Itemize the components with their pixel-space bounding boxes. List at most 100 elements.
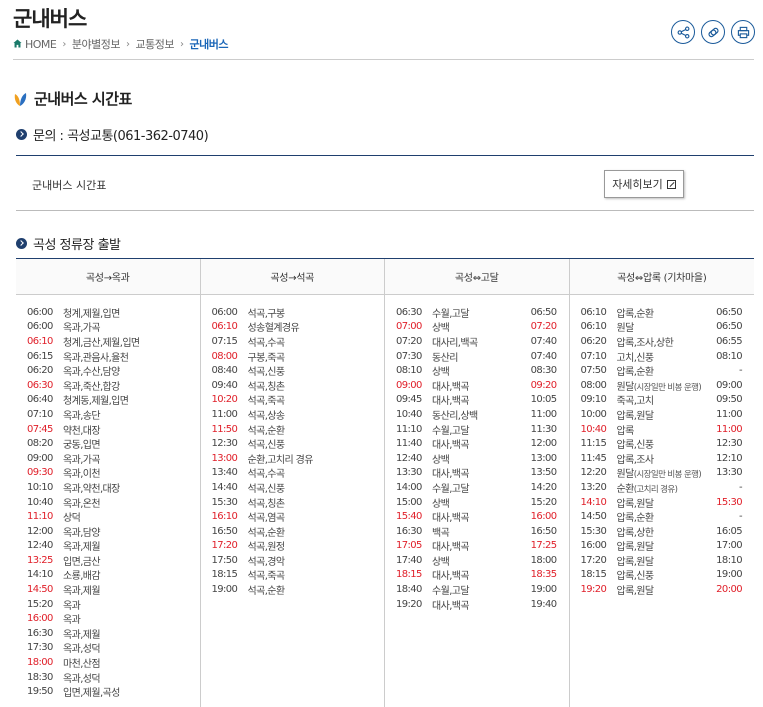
- departure-title: 곡성 정류장 출발: [33, 238, 121, 253]
- timetable-row: 11:10 수월,고달 11:30: [385, 422, 569, 437]
- route-destination: 대사리,백곡: [432, 337, 478, 349]
- route-destination: 석곡,순환: [247, 425, 286, 437]
- timetable-row: 06:30 수월,고달 06:50: [385, 305, 569, 320]
- timetable-row: 17:20 압록,원달 18:10: [570, 553, 755, 568]
- timetable-row: 06:10 압록,순환 06:50: [570, 305, 755, 320]
- departure-time: 09:45: [396, 394, 422, 406]
- route-destination: 석곡,신풍: [247, 367, 286, 379]
- departure-time: 07:15: [211, 335, 238, 347]
- return-time: 18:00: [530, 554, 557, 566]
- return-time: 19:00: [530, 584, 557, 596]
- route-destination: 석곡,상송: [247, 410, 286, 422]
- route-destination: 대사,백곡: [432, 396, 470, 408]
- route-destination: 압록,조사: [616, 454, 655, 466]
- return-time: 08:10: [716, 350, 742, 362]
- return-time: 15:30: [716, 496, 742, 508]
- return-time: 09:00: [716, 379, 742, 391]
- departure-time: 18:15: [396, 569, 422, 581]
- chevron-circle-icon: [16, 129, 27, 140]
- departure-heading: 곡성 정류장 출발: [16, 234, 121, 253]
- timetable-info-box: 군내버스 시간표 자세히보기: [16, 155, 754, 211]
- timetable-row: 08:20 궁동,입면: [16, 436, 200, 451]
- link-icon[interactable]: [701, 20, 725, 44]
- return-time: 07:40: [530, 350, 557, 362]
- route-destination: 동산리: [432, 352, 458, 364]
- timetable-row: 12:20 원달(시장일만 비봉 운행) 13:30: [570, 466, 755, 480]
- timetable-row: 16:30 백곡 16:50: [385, 524, 569, 539]
- route-destination: 상백: [432, 323, 450, 335]
- timetable-row: 09:30 옥과,이천: [16, 466, 200, 480]
- breadcrumb-home[interactable]: HOME: [25, 38, 57, 51]
- route-destination: 석곡,원정: [247, 542, 286, 554]
- route-destination: 동산리,상백: [432, 410, 478, 422]
- departure-time: 06:10: [580, 321, 607, 333]
- print-icon[interactable]: [731, 20, 755, 44]
- column-header: 곡성→옥과: [16, 259, 200, 295]
- departure-time: 09:40: [211, 379, 238, 391]
- route-destination: 석곡,경악: [247, 556, 286, 568]
- timetable-row: 08:40 석곡,신풍: [201, 363, 385, 378]
- timetable-row: 07:00 상백 07:20: [385, 320, 569, 335]
- route-destination: 압록,원달: [616, 556, 655, 568]
- departure-time: 06:20: [580, 335, 607, 347]
- departure-time: 15:30: [580, 525, 607, 537]
- breadcrumb-field-info[interactable]: 분야별정보: [72, 36, 121, 52]
- departure-time: 12:20: [580, 467, 607, 479]
- return-time: -: [738, 511, 743, 523]
- timetable-row: 19:50 입면,제월,곡성: [16, 684, 200, 699]
- route-destination: 죽곡,고치: [616, 396, 655, 408]
- route-destination: 약천,대장: [63, 425, 101, 437]
- column-header: 곡성⇔압록 (기차마을): [569, 259, 754, 295]
- breadcrumb-traffic-info[interactable]: 교통정보: [135, 36, 174, 52]
- return-time: 11:00: [530, 408, 557, 420]
- departure-time: 06:40: [27, 394, 53, 406]
- timetable-row: 14:10 소룡,배감: [16, 568, 200, 582]
- home-icon[interactable]: [13, 38, 22, 48]
- return-time: 09:20: [530, 379, 557, 391]
- timetable-row: 09:10 죽곡,고치 09:50: [570, 393, 755, 408]
- departure-time: 07:10: [580, 350, 607, 362]
- route-destination: 입면,금산: [63, 556, 101, 568]
- header-divider: [13, 59, 754, 60]
- utility-icons: [671, 20, 755, 44]
- departure-time: 10:40: [27, 496, 53, 508]
- return-time: 16:00: [530, 511, 557, 523]
- return-time: 18:35: [530, 569, 557, 581]
- timetable-row: 16:00 옥과: [16, 611, 200, 626]
- route-destination: 석곡,칭촌: [247, 381, 286, 393]
- section-title: 군내버스 시간표: [13, 88, 132, 109]
- timetable-row: 11:15 압록,신풍 12:30: [570, 436, 755, 451]
- route-destination: 옥과,성덕: [63, 673, 101, 685]
- leaf-logo-icon: [13, 91, 28, 107]
- share-icon[interactable]: [671, 20, 695, 44]
- departure-time: 06:00: [27, 306, 53, 318]
- departure-time: 16:10: [211, 511, 238, 523]
- departure-time: 14:00: [396, 481, 422, 493]
- departure-time: 18:15: [211, 569, 238, 581]
- departure-time: 15:20: [27, 598, 53, 610]
- timetable-row: 14:10 압록,원달 15:30: [570, 495, 755, 510]
- departure-time: 10:00: [580, 408, 607, 420]
- return-time: 11:00: [716, 408, 742, 420]
- route-destination: 옥과,수산,담양: [63, 367, 120, 379]
- departure-time: 11:50: [211, 423, 238, 435]
- departure-time: 12:40: [27, 540, 53, 552]
- timetable-row: 07:50 압록,순환 -: [570, 363, 755, 378]
- departure-time: 13:00: [211, 452, 238, 464]
- departure-time: 19:20: [396, 598, 422, 610]
- route-destination: 수월,고달: [432, 308, 470, 320]
- departure-time: 17:30: [27, 642, 53, 654]
- detail-button[interactable]: 자세히보기: [604, 170, 684, 198]
- route-destination: 백곡: [432, 527, 450, 539]
- departure-time: 09:10: [580, 394, 607, 406]
- departure-time: 17:50: [211, 554, 238, 566]
- departure-time: 18:40: [396, 584, 422, 596]
- departure-time: 15:40: [396, 511, 422, 523]
- departure-time: 07:50: [580, 365, 607, 377]
- inquiry-text: 문의 : 곡성교통(061-362-0740): [33, 129, 209, 144]
- return-time: 19:00: [716, 569, 742, 581]
- route-destination: 대사,백곡: [432, 440, 470, 452]
- return-time: 15:20: [530, 496, 557, 508]
- return-time: 08:30: [530, 365, 557, 377]
- timetable: 곡성→옥과 06:00 청계,제월,입면 06:00 옥과,가곡 06:10 청계,금산,제…: [16, 258, 754, 707]
